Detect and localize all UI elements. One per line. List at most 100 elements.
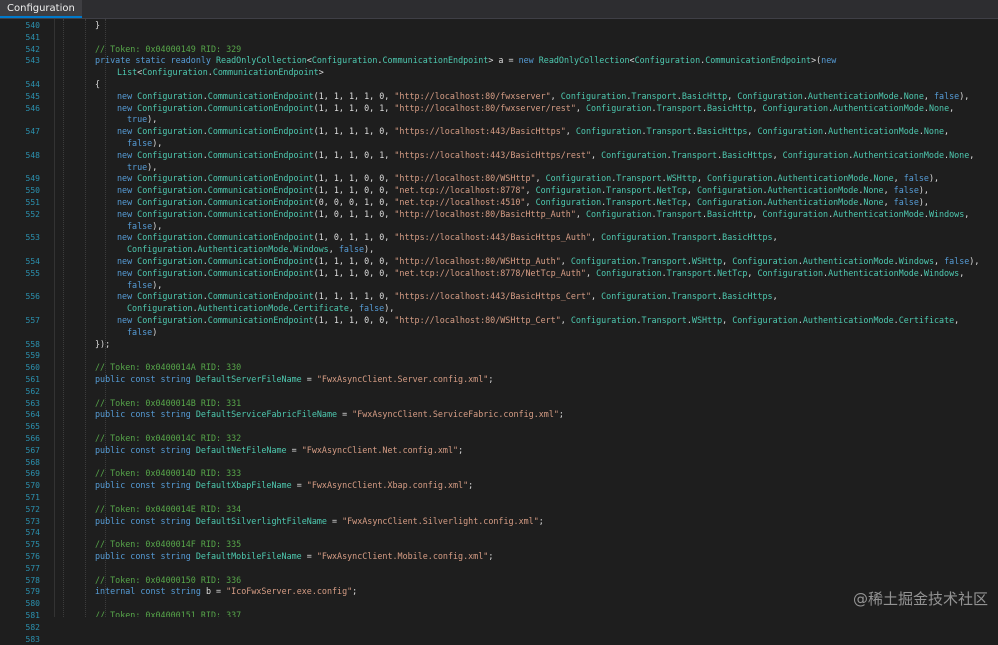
code-token: BasicHttps — [722, 149, 773, 160]
line-number: 541 — [25, 32, 40, 42]
code-line: new Configuration.CommunicationEndpoint(… — [117, 197, 929, 209]
code-token: CommunicationEndpoint — [207, 102, 314, 113]
code-token: Configuration — [137, 173, 203, 184]
code-line: new Configuration.CommunicationEndpoint(… — [117, 256, 979, 268]
code-token: "http://localhost:80/WSHttp_Cert" — [394, 315, 561, 325]
code-token: CommunicationEndpoint — [382, 55, 489, 66]
code-token: NetTcp — [717, 267, 748, 278]
code-token: // Token: 0x0400014F RID: 335 — [95, 539, 242, 550]
line-number: 574 — [25, 528, 40, 538]
line-number: 579 — [25, 587, 40, 597]
code-line: // Token: 0x0400014A RID: 330 — [95, 362, 241, 374]
code-token: , — [585, 267, 597, 278]
code-token: false — [127, 138, 153, 148]
code-token: (1, 0, 1, 1, 0, — [313, 232, 395, 243]
code-token: ), — [928, 173, 940, 184]
code-token: public const string — [95, 374, 196, 384]
code-token: , — [686, 197, 697, 207]
code-token: = — [291, 480, 307, 491]
code-token: true — [127, 161, 148, 172]
code-token: ), — [147, 161, 158, 172]
code-token: , — [772, 291, 778, 302]
code-token: new — [117, 291, 138, 302]
code-token: ), — [147, 114, 158, 125]
code-token: None — [949, 149, 970, 160]
code-token: , — [575, 102, 586, 113]
code-token: AuthenticationMode — [197, 303, 289, 314]
code-token: CommunicationEndpoint — [207, 208, 314, 219]
line-number: 550 — [25, 186, 40, 196]
code-area[interactable]: } // Token: 0x04000149 RID: 329 private st… — [54, 19, 998, 617]
code-token: // Token: 0x0400014E RID: 334 — [95, 503, 242, 514]
line-number: 543 — [25, 56, 40, 66]
code-token: , — [535, 173, 546, 184]
code-line: new Configuration.CommunicationEndpoint(… — [117, 150, 974, 162]
code-token: Configuration — [535, 197, 602, 207]
code-token: Configuration — [137, 126, 203, 137]
code-token: Configuration — [601, 149, 667, 160]
code-token: Configuration — [137, 90, 203, 101]
code-token: (1, 1, 1, 0, 1, — [313, 102, 395, 113]
code-token: ; — [458, 444, 464, 455]
code-token: false — [944, 256, 970, 266]
tab-configuration[interactable]: Configuration — [0, 0, 82, 18]
code-token: NetTcp — [656, 197, 687, 207]
code-token: Configuration — [570, 256, 637, 266]
code-token: , — [591, 291, 602, 302]
code-token: ), — [152, 138, 163, 148]
code-token: false — [127, 220, 153, 231]
code-token: Transport — [656, 102, 702, 113]
code-token: (1, 1, 1, 0, 0, — [313, 315, 395, 325]
code-token: ), — [959, 90, 970, 101]
code-token: WSHttp — [691, 315, 723, 325]
code-token: >( — [811, 55, 822, 66]
code-token: , — [964, 208, 970, 219]
code-line: true), — [127, 162, 157, 174]
code-token: Configuration — [137, 208, 203, 219]
line-number: 576 — [25, 552, 40, 561]
code-token: = — [301, 374, 317, 384]
code-token: Configuration — [696, 197, 763, 207]
code-line: new Configuration.CommunicationEndpoint(… — [117, 209, 969, 221]
code-token: , — [696, 173, 708, 184]
code-token: Configuration — [707, 173, 773, 184]
code-token: public const string — [95, 480, 196, 491]
code-line: public const string DefaultXbapFileName … — [95, 480, 473, 492]
code-token: new — [117, 185, 138, 196]
line-number: 546 — [25, 103, 40, 113]
code-token: ; — [488, 374, 494, 384]
line-number: 555 — [25, 268, 40, 278]
code-token: Configuration — [596, 267, 662, 278]
code-token: WSHttp — [691, 256, 723, 266]
code-token: DefaultXbapFileName — [195, 480, 292, 491]
code-token: Configuration — [311, 55, 378, 66]
code-token: // Token: 0x0400014D RID: 333 — [95, 468, 242, 479]
code-token: Transport — [666, 267, 713, 278]
code-token: > — [318, 67, 324, 78]
code-token: , — [328, 244, 339, 255]
code-token: Transport — [616, 173, 662, 184]
line-number: 567 — [25, 445, 40, 455]
code-token: Windows — [293, 244, 329, 255]
code-token: , — [893, 173, 904, 184]
code-token: ReadOnlyCollection — [538, 55, 630, 66]
code-token: (0, 0, 0, 1, 0, — [313, 197, 395, 207]
code-token: Configuration — [535, 185, 602, 196]
code-token: (1, 0, 1, 1, 0, — [313, 208, 395, 219]
code-line: // Token: 0x0400014D RID: 333 — [95, 468, 241, 480]
code-token: , — [591, 232, 602, 243]
code-token: ReadOnlyCollection — [216, 55, 307, 66]
line-number: 540 — [25, 21, 40, 30]
code-token: AuthenticationMode — [802, 315, 894, 325]
line-number: 571 — [25, 493, 40, 502]
code-token: ), — [969, 256, 980, 266]
code-token: new — [117, 267, 138, 278]
code-token: , — [348, 303, 359, 314]
line-number: 553 — [25, 233, 40, 243]
code-token: None — [903, 90, 924, 101]
line-number: 548 — [25, 150, 40, 160]
code-editor[interactable]: } // Token: 0x04000149 RID: 329 private st… — [0, 19, 998, 617]
code-token: AuthenticationMode — [197, 244, 289, 255]
code-token: new — [518, 55, 539, 66]
code-token: , — [959, 267, 965, 278]
